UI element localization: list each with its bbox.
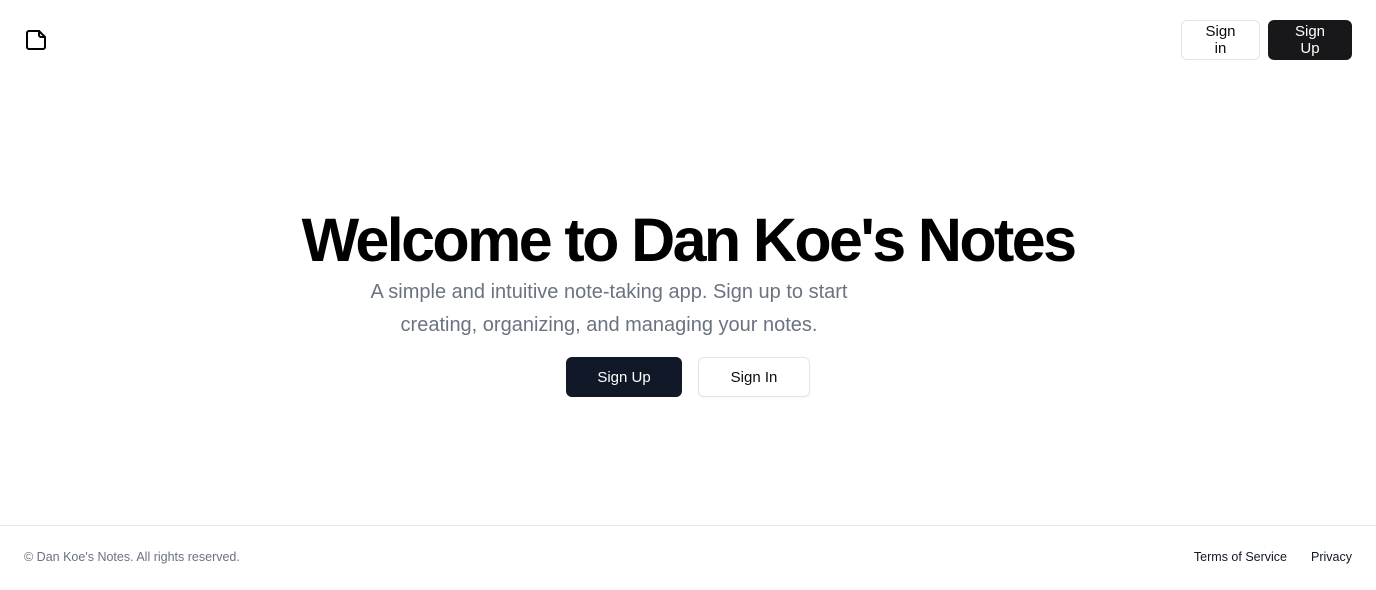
- terms-of-service-link[interactable]: Terms of Service: [1194, 550, 1287, 564]
- site-header: Sign in Sign Up: [0, 0, 1376, 80]
- header-sign-up-button[interactable]: Sign Up: [1268, 20, 1352, 60]
- header-actions: Sign in Sign Up: [1181, 20, 1352, 60]
- landing-page: Sign in Sign Up Welcome to Dan Koe's Not…: [0, 0, 1376, 590]
- copyright-text: © Dan Koe's Notes. All rights reserved.: [24, 550, 240, 564]
- hero-subtitle: A simple and intuitive note-taking app. …: [370, 281, 848, 336]
- file-icon: [26, 30, 46, 50]
- home-logo-link[interactable]: [24, 28, 48, 52]
- page-title: Welcome to Dan Koe's Notes: [301, 206, 1077, 274]
- privacy-link[interactable]: Privacy: [1311, 550, 1352, 564]
- hero-actions: Sign Up Sign In: [566, 357, 810, 397]
- hero-sign-in-button[interactable]: Sign In: [698, 357, 810, 397]
- footer-links: Terms of Service Privacy: [1194, 550, 1352, 564]
- header-sign-in-button[interactable]: Sign in: [1181, 20, 1260, 60]
- site-footer: © Dan Koe's Notes. All rights reserved. …: [0, 525, 1376, 590]
- hero-sign-up-button[interactable]: Sign Up: [566, 357, 682, 397]
